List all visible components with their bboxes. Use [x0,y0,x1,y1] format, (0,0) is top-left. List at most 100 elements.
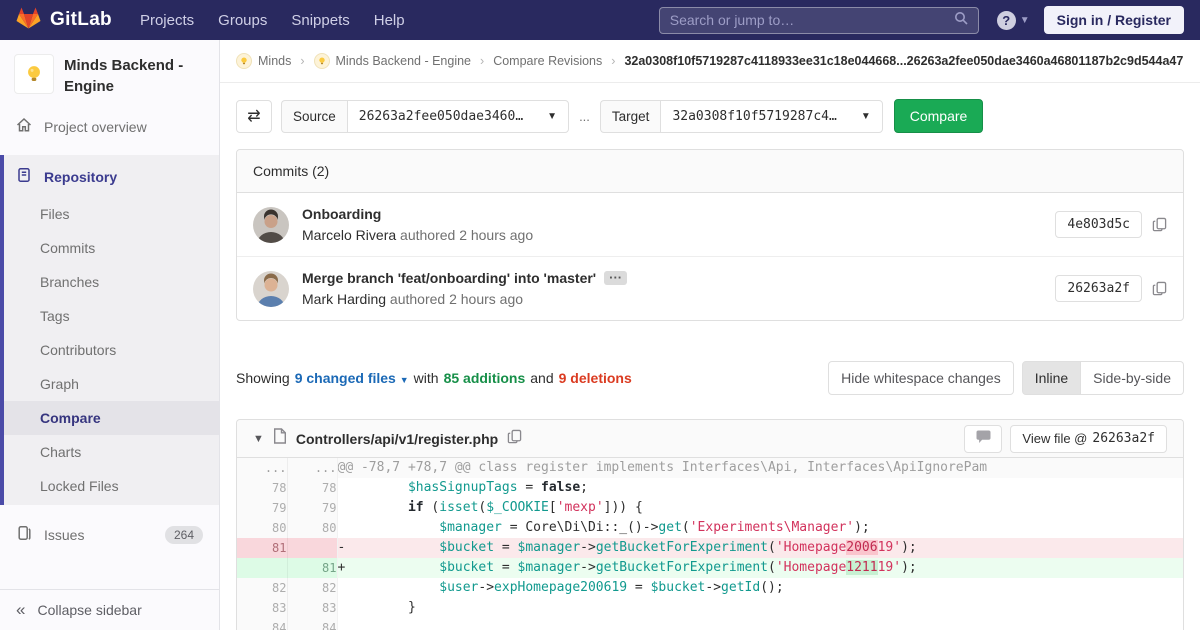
commit-author-avatar[interactable] [253,207,289,243]
diff-code-line: $manager = Core\Di\Di::_()->get('Experim… [337,518,1183,538]
sidebar-item-project-overview[interactable]: Project overview [0,107,219,146]
revision-separator: ... [579,109,590,124]
commit-title-link[interactable]: Merge branch 'feat/onboarding' into 'mas… [302,270,627,286]
diff-new-line-number[interactable]: 83 [287,598,337,618]
sidebar-item-charts[interactable]: Charts [4,435,219,469]
diff-old-line-number[interactable]: ... [237,458,287,478]
nav-item-projects[interactable]: Projects [140,12,194,29]
diff-old-line-number[interactable] [237,558,287,578]
double-chevron-left-icon: « [16,603,25,617]
diff-row: 7878 $hasSignupTags = false; [237,478,1183,498]
diff-new-line-number[interactable]: 79 [287,498,337,518]
commit-description-expander[interactable]: ··· [604,271,627,285]
breadcrumb-item-minds[interactable]: Minds [236,53,291,69]
commit-sha-label[interactable]: 4e803d5c [1055,211,1142,238]
sidebar-item-files[interactable]: Files [4,197,219,231]
target-revision-dropdown[interactable]: 32a0308f10f5719287c4… ▼ [660,100,882,133]
sidebar-item-graph[interactable]: Graph [4,367,219,401]
copy-file-path-button[interactable] [507,429,522,449]
diff-new-line-number[interactable]: 78 [287,478,337,498]
commit-author-name[interactable]: Mark Harding [302,291,386,307]
sidebar-item-repository[interactable]: Repository [4,156,219,197]
caret-down-icon: ▼ [400,375,409,385]
diff-stats-bar: Showing 9 changed files ▼ with 85 additi… [236,361,1184,395]
chevron-down-icon: ▼ [547,111,557,122]
view-file-button[interactable]: View file @ 26263a2f [1010,425,1167,453]
search-input[interactable] [670,12,954,28]
nav-item-groups[interactable]: Groups [218,12,267,29]
help-icon: ? [997,11,1016,30]
sign-in-button[interactable]: Sign in / Register [1044,6,1184,34]
diff-code-line: + $bucket = $manager->getBucketForExperi… [337,558,1183,578]
top-navbar: GitLab Projects Groups Snippets Help ? ▼ Si… [0,0,1200,40]
swap-arrows-icon: ⇄ [247,108,260,125]
changed-files-dropdown[interactable]: 9 changed files ▼ [295,370,409,386]
diff-line-sign [338,620,346,630]
diff-old-line-number[interactable]: 81 [237,538,287,558]
commit-title-link[interactable]: Onboarding [302,206,533,222]
search-icon [954,11,968,30]
diff-old-line-number[interactable]: 82 [237,578,287,598]
diff-new-line-number[interactable]: 81 [287,558,337,578]
copy-commit-sha-button[interactable] [1152,281,1167,296]
breadcrumb-current-revisions: 32a0308f10f5719287c4118933ee31c18e044668… [624,54,1183,68]
source-label: Source [281,100,347,133]
brand-name: GitLab [50,9,112,31]
diff-old-line-number[interactable]: 84 [237,618,287,630]
diff-new-line-number[interactable] [287,538,337,558]
source-revision-dropdown[interactable]: 26263a2fee050dae3460… ▼ [347,100,569,133]
diff-row: 8383 } [237,598,1183,618]
project-header[interactable]: Minds Backend - Engine [0,40,219,107]
compare-button[interactable]: Compare [894,99,984,133]
sidebar-item-commits[interactable]: Commits [4,231,219,265]
commit-author-avatar[interactable] [253,271,289,307]
commit-author-name[interactable]: Marcelo Rivera [302,227,396,243]
main-content: Minds›Minds Backend - Engine›Compare Rev… [220,40,1200,630]
diff-old-line-number[interactable]: 78 [237,478,287,498]
diff-old-line-number[interactable]: 80 [237,518,287,538]
sidebar-item-branches[interactable]: Branches [4,265,219,299]
diff-new-line-number[interactable]: 84 [287,618,337,630]
global-search[interactable] [659,7,979,34]
diff-row: 8484 [237,618,1183,630]
diff-old-line-number[interactable]: 83 [237,598,287,618]
file-path[interactable]: Controllers/api/v1/register.php [296,431,498,447]
sidebar-item-contributors[interactable]: Contributors [4,333,219,367]
hide-whitespace-button[interactable]: Hide whitespace changes [828,361,1014,395]
commits-panel-header: Commits (2) [237,150,1183,193]
swap-revisions-button[interactable]: ⇄ [236,100,272,133]
toggle-comments-button[interactable] [964,425,1002,453]
nav-menu: Projects Groups Snippets Help [140,12,429,29]
inline-view-button[interactable]: Inline [1022,361,1081,395]
view-file-sha: 26263a2f [1092,431,1155,446]
collapse-sidebar-button[interactable]: « Collapse sidebar [0,589,219,630]
sidebar-item-compare[interactable]: Compare [4,401,219,435]
issues-count-badge: 264 [165,526,203,544]
breadcrumb-item-compare-revisions[interactable]: Compare Revisions [493,54,602,68]
commit-sha-label[interactable]: 26263a2f [1055,275,1142,302]
gitlab-logo[interactable]: GitLab [16,6,112,35]
sidebar-item-locked-files[interactable]: Locked Files [4,469,219,503]
diff-code-line [337,618,1183,630]
diff-code-line: if (isset($_COOKIE['mexp'])) { [337,498,1183,518]
commit-meta: Mark Harding authored 2 hours ago [302,291,627,307]
diff-new-line-number[interactable]: 82 [287,578,337,598]
diff-old-line-number[interactable]: 79 [237,498,287,518]
copy-commit-sha-button[interactable] [1152,217,1167,232]
sidebar-item-issues[interactable]: Issues 264 [0,515,219,554]
side-by-side-view-button[interactable]: Side-by-side [1081,361,1184,395]
diff-new-line-number[interactable]: ... [287,458,337,478]
diff-row: 81- $bucket = $manager->getBucketForExpe… [237,538,1183,558]
breadcrumb-separator: › [300,54,304,68]
deletions-count: 9 deletions [559,370,632,386]
help-menu[interactable]: ? ▼ [997,11,1030,30]
diff-new-line-number[interactable]: 80 [287,518,337,538]
breadcrumb-item-minds-backend-engine[interactable]: Minds Backend - Engine [314,53,472,69]
nav-item-help[interactable]: Help [374,12,405,29]
collapse-file-caret-icon[interactable]: ▼ [253,433,264,445]
sidebar-item-tags[interactable]: Tags [4,299,219,333]
issues-icon [16,525,32,544]
file-diff-panel: ▼ Controllers/api/v1/register.php [236,419,1184,630]
nav-item-snippets[interactable]: Snippets [291,12,349,29]
document-icon [16,167,32,186]
